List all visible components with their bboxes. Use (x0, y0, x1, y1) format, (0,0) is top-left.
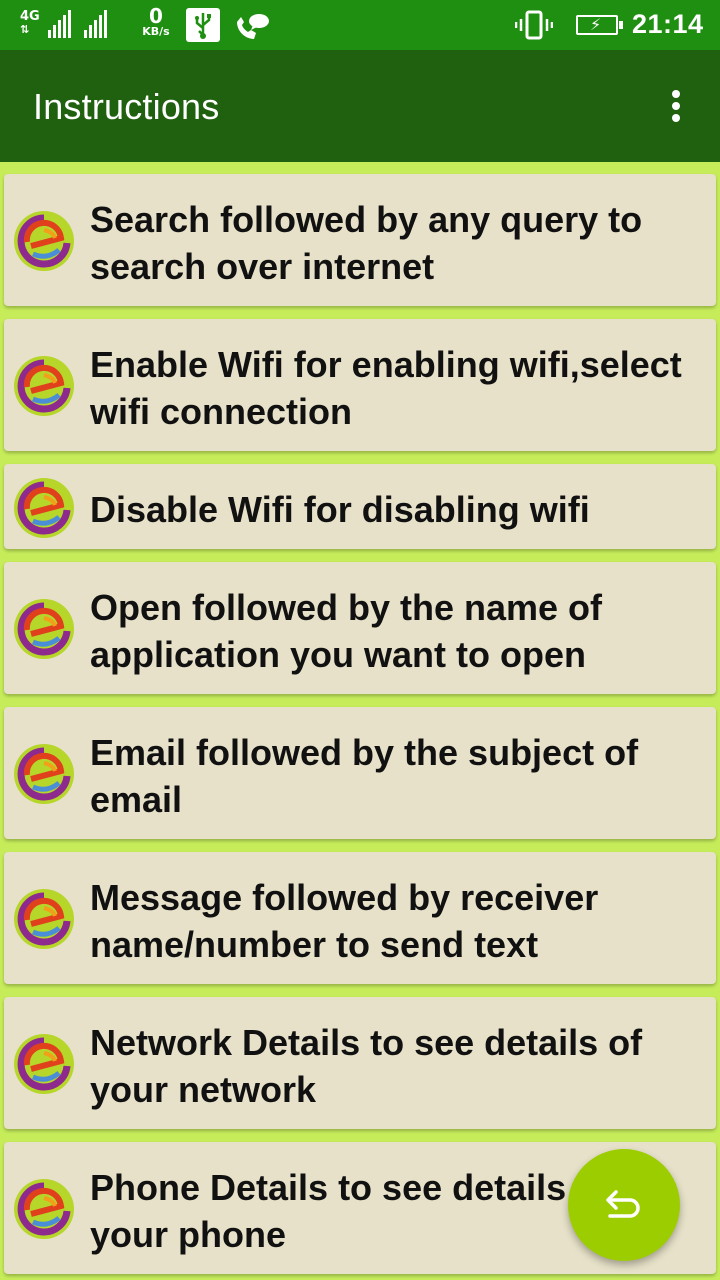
list-item[interactable]: Search followed by any query to search o… (4, 174, 716, 306)
list-item[interactable]: Network Details to see details of your n… (4, 997, 716, 1129)
list-item[interactable]: Email followed by the subject of email (4, 707, 716, 839)
data-speed-unit: KB/s (142, 25, 170, 38)
undo-icon (606, 1190, 640, 1218)
instruction-text: Open followed by the name of application… (90, 587, 603, 675)
instruction-text: Disable Wifi for disabling wifi (90, 489, 590, 530)
app-logo-icon (14, 356, 74, 416)
message-call-icon (234, 12, 270, 45)
overflow-dot (672, 114, 680, 122)
app-toolbar: Instructions (0, 50, 720, 162)
page-title: Instructions (33, 86, 220, 127)
list-item[interactable]: Message followed by receiver name/number… (4, 852, 716, 984)
data-speed-value: 0 (149, 4, 163, 28)
usb-icon (186, 8, 220, 42)
status-bar: 4G ⇅ 0 KB/s ⚡ 21:14 (0, 0, 720, 50)
overflow-dot (672, 102, 680, 110)
overflow-menu-button[interactable] (656, 84, 696, 128)
app-logo-icon (14, 744, 74, 804)
instruction-text: Enable Wifi for enabling wifi,select wif… (90, 344, 682, 432)
vibrate-icon (514, 10, 554, 45)
data-arrows-icon: ⇅ (20, 23, 30, 36)
battery-charging-icon: ⚡ (576, 15, 623, 35)
instruction-text: Email followed by the subject of email (90, 732, 639, 820)
app-logo-icon (14, 478, 74, 538)
overflow-dot (672, 90, 680, 98)
app-logo-icon (14, 889, 74, 949)
instruction-list[interactable]: Search followed by any query to search o… (0, 162, 720, 1280)
back-fab-button[interactable] (568, 1149, 680, 1261)
list-item[interactable]: Disable Wifi for disabling wifi (4, 464, 716, 549)
app-logo-icon (14, 599, 74, 659)
app-logo-icon (14, 211, 74, 271)
list-item[interactable]: Enable Wifi for enabling wifi,select wif… (4, 319, 716, 451)
list-item[interactable]: Open followed by the name of application… (4, 562, 716, 694)
clock: 21:14 (632, 9, 704, 39)
signal-strength-2-icon (84, 10, 107, 38)
app-logo-icon (14, 1179, 74, 1239)
signal-strength-icon (48, 10, 71, 38)
instruction-text: Message followed by receiver name/number… (90, 877, 599, 965)
network-type: 4G ⇅ (20, 10, 40, 36)
instruction-text: Network Details to see details of your n… (90, 1022, 643, 1110)
instruction-text: Search followed by any query to search o… (90, 199, 643, 287)
data-speed: 0 KB/s (138, 6, 174, 38)
app-logo-icon (14, 1034, 74, 1094)
network-type-label: 4G (20, 9, 40, 24)
